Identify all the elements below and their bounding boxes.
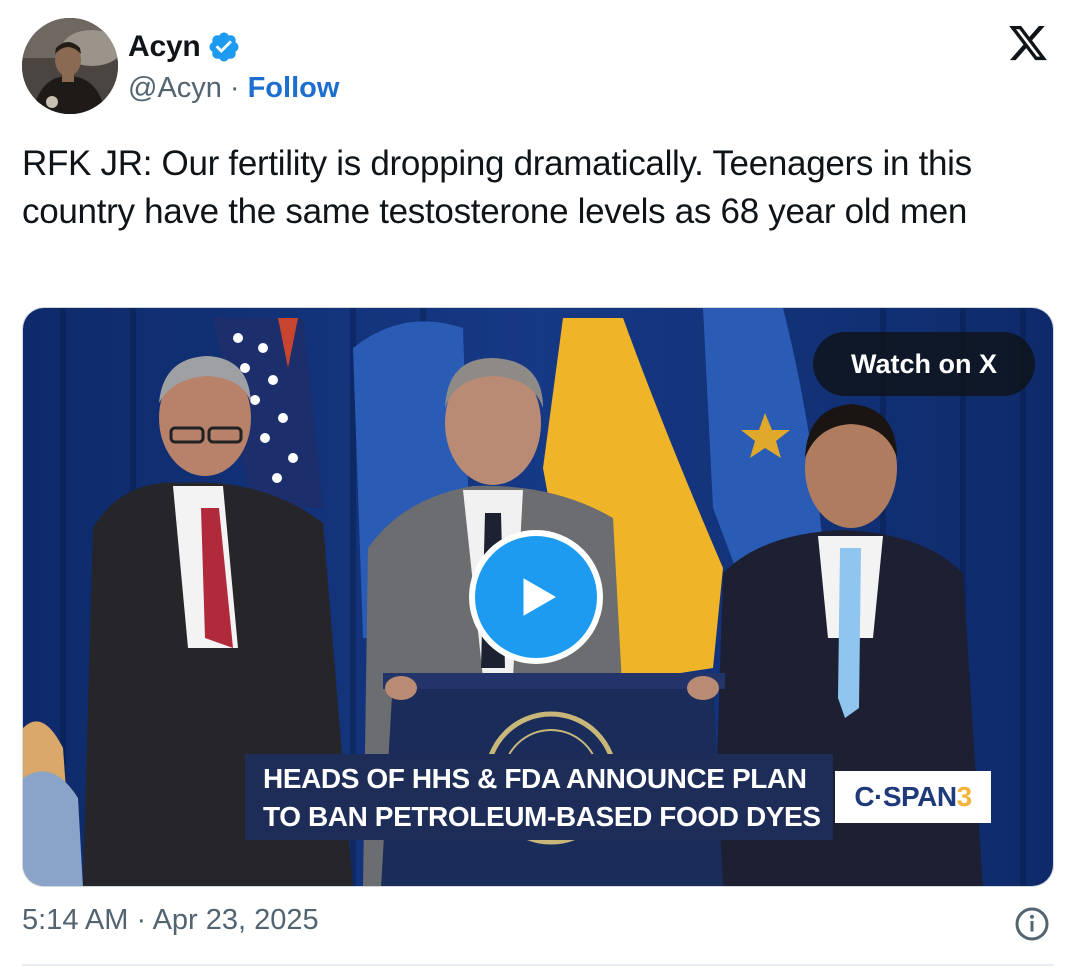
author-handle-row: @Acyn · Follow xyxy=(128,70,339,106)
avatar-image xyxy=(22,18,118,114)
author-display-name[interactable]: Acyn xyxy=(128,30,201,64)
play-button[interactable] xyxy=(469,530,603,664)
author-handle[interactable]: @Acyn xyxy=(128,72,222,105)
watch-on-x-button[interactable]: Watch on X xyxy=(813,332,1035,396)
chyron-line-1: HEADS OF HHS & FDA ANNOUNCE PLAN xyxy=(263,763,807,794)
tweet-timestamp[interactable]: 5:14 AM · Apr 23, 2025 xyxy=(22,904,319,937)
tweet-embed-card: Acyn @Acyn · Follow RFK JR: Our fertilit… xyxy=(0,0,1080,966)
tweet-text: RFK JR: Our fertility is dropping dramat… xyxy=(22,144,972,231)
verified-badge-icon xyxy=(209,32,239,62)
network-logo-main: C·SPAN xyxy=(854,781,957,812)
network-logo: C·SPAN 3 xyxy=(835,771,991,823)
play-icon xyxy=(523,578,556,616)
video-player[interactable]: Watch on X HEADS OF HHS & FDA ANNOUNCE P… xyxy=(22,307,1054,887)
separator-dot: · xyxy=(229,71,240,104)
follow-button[interactable]: Follow xyxy=(248,72,340,105)
news-chyron: HEADS OF HHS & FDA ANNOUNCE PLAN TO BAN … xyxy=(245,754,833,840)
avatar[interactable] xyxy=(22,18,118,114)
x-logo-icon[interactable] xyxy=(1006,22,1050,64)
chyron-line-2: TO BAN PETROLEUM-BASED FOOD DYES xyxy=(263,801,821,832)
author-name-row: Acyn xyxy=(128,27,241,67)
info-icon[interactable] xyxy=(1014,906,1050,942)
network-logo-number: 3 xyxy=(956,781,973,812)
